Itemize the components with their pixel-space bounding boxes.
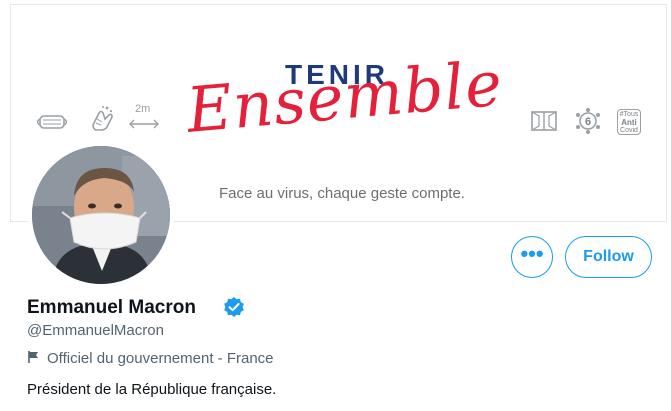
affiliation-text: Officiel du gouvernement - France — [47, 350, 274, 367]
flag-icon — [28, 351, 38, 363]
follow-button[interactable]: Follow — [565, 236, 652, 278]
mask-icon — [36, 115, 68, 129]
more-options-button[interactable]: ••• — [511, 236, 553, 278]
verified-badge-icon — [224, 297, 244, 317]
anti-box-line2: Anti — [621, 118, 637, 127]
distance-label: 2m — [135, 103, 151, 115]
profile-bio: Président de la République française. — [27, 381, 277, 398]
profile-name: Emmanuel Macron — [27, 297, 196, 318]
banner-script: Ensemble — [183, 46, 506, 147]
avatar[interactable] — [28, 142, 174, 288]
profile-page: 2m TENIR Ensemble Face au virus, chaque … — [0, 0, 671, 411]
app-icon: #Tous Anti Covid — [617, 109, 641, 135]
anti-box-line3: Covid — [620, 127, 638, 134]
banner-tagline: Face au virus, chaque geste compte. — [219, 185, 465, 202]
affiliation: Officiel du gouvernement - France — [27, 350, 274, 367]
avatar-photo — [32, 146, 170, 284]
six-people-icon: 6 — [576, 108, 600, 134]
handwash-icon — [92, 106, 113, 131]
window-icon — [531, 111, 557, 131]
distance-icon — [129, 119, 159, 129]
profile-handle: @EmmanuelMacron — [27, 322, 164, 339]
number-badge: 6 — [585, 116, 591, 128]
